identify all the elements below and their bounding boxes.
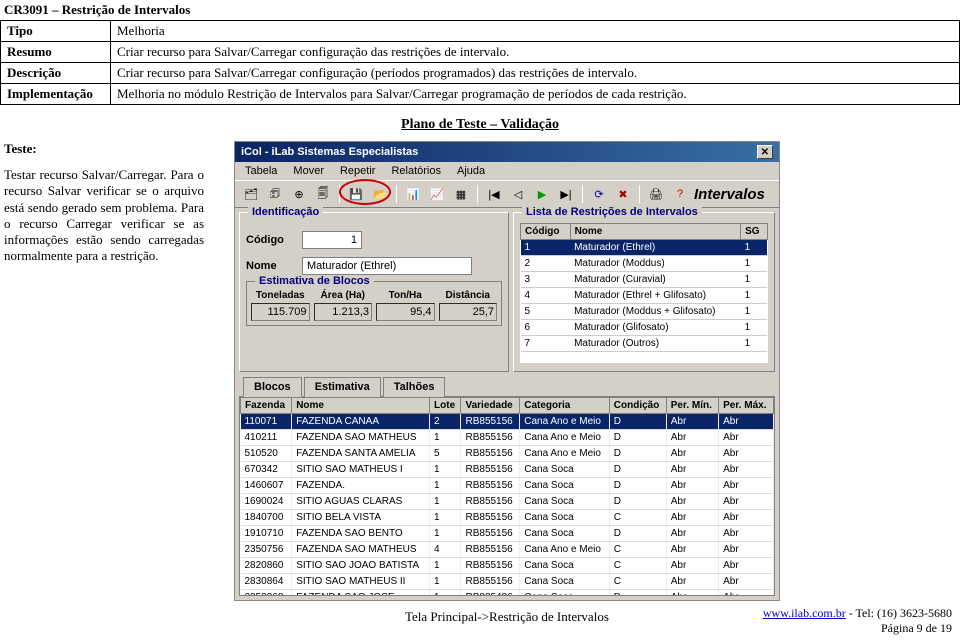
ident-panel: Identificação Código Nome Estimativa de … bbox=[239, 212, 509, 372]
plano-title: Plano de Teste – Validação bbox=[0, 117, 960, 133]
estimativa-panel: Estimativa de Blocos Toneladas115.709Áre… bbox=[246, 281, 502, 326]
table-row[interactable]: 1460607FAZENDA.1RB855156Cana SocaDAbrAbr bbox=[241, 478, 774, 494]
table-row[interactable]: 2820860SITIO SAO JOAO BATISTA1RB855156Ca… bbox=[241, 558, 774, 574]
list-item[interactable]: 1Maturador (Ethrel)1 bbox=[521, 240, 768, 256]
menu-tabela[interactable]: Tabela bbox=[239, 164, 283, 178]
table-row[interactable]: 110071FAZENDA CANAA2RB855156Cana Ano e M… bbox=[241, 414, 774, 430]
table-row[interactable]: 410211FAZENDA SAO MATHEUS1RB855156Cana A… bbox=[241, 430, 774, 446]
tb-save-icon[interactable]: 💾 bbox=[346, 184, 366, 204]
tabs: Blocos Estimativa Talhões bbox=[239, 376, 775, 396]
toolbar: 🗂 🗊 ⊕ 🗐 💾 📂 📊 📈 ▦ |◀ ◁ ▶ ▶| ⟳ ✖ 🖨 ? Inte… bbox=[235, 180, 779, 208]
app-window: iCol - iLab Sistemas Especialistas ✕ Tab… bbox=[234, 141, 780, 601]
ident-title: Identificação bbox=[248, 206, 323, 218]
impl-value: Melhoria no módulo Restrição de Interval… bbox=[111, 84, 960, 105]
list-item[interactable]: 3Maturador (Curavial)1 bbox=[521, 272, 768, 288]
info-table: TipoMelhoria ResumoCriar recurso para Sa… bbox=[0, 20, 960, 105]
tb-icon-1[interactable]: 🗂 bbox=[241, 184, 261, 204]
tipo-value: Melhoria bbox=[111, 21, 960, 42]
footer-tel: - Tel: (16) 3623-5680 bbox=[846, 606, 952, 620]
tb-icon-3[interactable]: ⊕ bbox=[289, 184, 309, 204]
tb-play-icon[interactable]: ▶ bbox=[532, 184, 552, 204]
close-button[interactable]: ✕ bbox=[757, 145, 773, 159]
table-row[interactable]: 2350756FAZENDA SAO MATHEUS4RB855156Cana … bbox=[241, 542, 774, 558]
main-grid[interactable]: FazendaNomeLoteVariedadeCategoriaCondiçã… bbox=[239, 396, 775, 596]
tb-last-icon[interactable]: ▶| bbox=[556, 184, 576, 204]
resumo-value: Criar recurso para Salvar/Carregar confi… bbox=[111, 42, 960, 63]
list-item[interactable]: 4Maturador (Ethrel + Glifosato)1 bbox=[521, 288, 768, 304]
menu-mover[interactable]: Mover bbox=[287, 164, 330, 178]
footer-page: Página 9 de 19 bbox=[763, 621, 952, 637]
lista-panel: Lista de Restrições de Intervalos Código… bbox=[513, 212, 775, 372]
est-title: Estimativa de Blocos bbox=[255, 275, 374, 287]
table-row[interactable]: 670342SITIO SAO MATHEUS I1RB855156Cana S… bbox=[241, 462, 774, 478]
tela-caption: Tela Principal->Restrição de Intervalos bbox=[234, 609, 780, 625]
descricao-value: Criar recurso para Salvar/Carregar confi… bbox=[111, 63, 960, 84]
menu-relatorios[interactable]: Relatórios bbox=[385, 164, 447, 178]
menu-ajuda[interactable]: Ajuda bbox=[451, 164, 491, 178]
tb-icon-4[interactable]: 🗐 bbox=[313, 184, 333, 204]
tb-print-icon[interactable]: 🖨 bbox=[646, 184, 666, 204]
list-item[interactable]: 7Maturador (Outros)1 bbox=[521, 336, 768, 352]
table-row[interactable]: 510520FAZENDA SANTA AMELIA5RB855156Cana … bbox=[241, 446, 774, 462]
descricao-label: Descrição bbox=[1, 63, 111, 84]
list-item[interactable]: 2Maturador (Moddus)1 bbox=[521, 256, 768, 272]
codigo-input[interactable] bbox=[302, 231, 362, 249]
teste-body: Testar recurso Salvar/Carregar. Para o r… bbox=[4, 167, 204, 265]
tb-help-icon[interactable]: ? bbox=[670, 184, 690, 204]
tb-refresh-icon[interactable]: ⟳ bbox=[589, 184, 609, 204]
cr-title: CR3091 – Restrição de Intervalos bbox=[0, 0, 960, 20]
impl-label: Implementação bbox=[1, 84, 111, 105]
tb-first-icon[interactable]: |◀ bbox=[484, 184, 504, 204]
tab-talhoes[interactable]: Talhões bbox=[383, 377, 446, 397]
tb-load-icon[interactable]: 📂 bbox=[370, 184, 390, 204]
footer: www.ilab.com.br - Tel: (16) 3623-5680 Pá… bbox=[763, 606, 952, 637]
footer-url[interactable]: www.ilab.com.br bbox=[763, 606, 846, 620]
table-row[interactable]: 1840700SITIO BELA VISTA1RB855156Cana Soc… bbox=[241, 510, 774, 526]
nome-input[interactable] bbox=[302, 257, 472, 275]
tab-blocos[interactable]: Blocos bbox=[243, 377, 302, 397]
teste-label: Teste: bbox=[4, 141, 204, 157]
menu-repetir[interactable]: Repetir bbox=[334, 164, 381, 178]
lista-title: Lista de Restrições de Intervalos bbox=[522, 206, 702, 218]
tab-estimativa[interactable]: Estimativa bbox=[304, 377, 381, 397]
tb-stop-icon[interactable]: ✖ bbox=[613, 184, 633, 204]
list-item[interactable]: 5Maturador (Moddus + Glifosato)1 bbox=[521, 304, 768, 320]
tb-icon-2[interactable]: 🗊 bbox=[265, 184, 285, 204]
codigo-label: Código bbox=[246, 234, 296, 246]
list-item[interactable]: 6Maturador (Glifosato)1 bbox=[521, 320, 768, 336]
menubar: Tabela Mover Repetir Relatórios Ajuda bbox=[235, 162, 779, 180]
tb-chart2-icon[interactable]: 📈 bbox=[427, 184, 447, 204]
table-row[interactable]: 1910710FAZENDA SAO BENTO1RB855156Cana So… bbox=[241, 526, 774, 542]
tipo-label: Tipo bbox=[1, 21, 111, 42]
tb-prev-icon[interactable]: ◁ bbox=[508, 184, 528, 204]
titlebar: iCol - iLab Sistemas Especialistas ✕ bbox=[235, 142, 779, 162]
table-row[interactable]: 2830864SITIO SAO MATHEUS II1RB855156Cana… bbox=[241, 574, 774, 590]
intervalos-logo: Intervalos bbox=[694, 186, 773, 203]
table-row[interactable]: 2850868FAZENDA SAO JOSE1RB835486Cana Soc… bbox=[241, 590, 774, 597]
nome-label: Nome bbox=[246, 260, 296, 272]
lista-grid[interactable]: CódigoNomeSG1Maturador (Ethrel)12Maturad… bbox=[520, 223, 768, 363]
tb-chart-icon[interactable]: 📊 bbox=[403, 184, 423, 204]
app-title: iCol - iLab Sistemas Especialistas bbox=[241, 146, 418, 158]
table-row[interactable]: 1690024SITIO AGUAS CLARAS1RB855156Cana S… bbox=[241, 494, 774, 510]
resumo-label: Resumo bbox=[1, 42, 111, 63]
tb-grid-icon[interactable]: ▦ bbox=[451, 184, 471, 204]
